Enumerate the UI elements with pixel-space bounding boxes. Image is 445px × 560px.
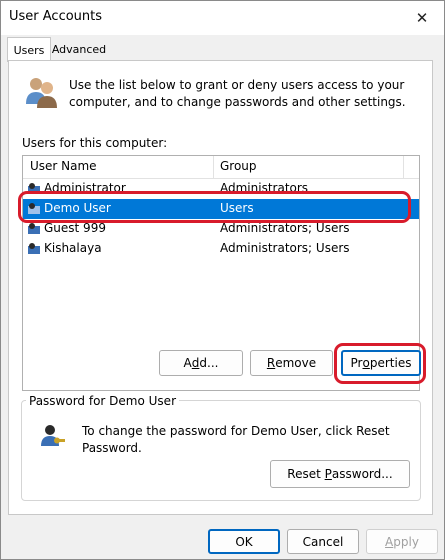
- user-icon: [28, 223, 40, 234]
- list-header: User Name Group: [23, 156, 419, 179]
- column-header-user-name[interactable]: User Name: [30, 159, 97, 173]
- reset-label-rest: assword...: [331, 467, 393, 481]
- close-icon: ✕: [415, 9, 429, 27]
- tab-users[interactable]: Users: [7, 37, 51, 62]
- apply-label-rest: pply: [393, 534, 419, 549]
- users-tab-panel: Use the list below to grant or deny user…: [8, 60, 433, 515]
- tab-users-label: Users: [13, 43, 45, 57]
- cancel-label: Cancel: [302, 534, 344, 549]
- user-name: Kishalaya: [44, 241, 102, 255]
- users-list-label: Users for this computer:: [22, 136, 168, 150]
- user-name: Guest 999: [44, 221, 106, 235]
- column-header-group[interactable]: Group: [220, 159, 257, 173]
- ok-label: OK: [235, 534, 253, 549]
- apply-mnemonic: A: [385, 534, 394, 549]
- cancel-button[interactable]: Cancel: [287, 529, 359, 554]
- list-item[interactable]: Administrator Administrators: [23, 179, 419, 199]
- user-group: Administrators; Users: [220, 241, 350, 255]
- user-group: Administrators; Users: [220, 221, 350, 235]
- remove-mnemonic: R: [266, 356, 276, 370]
- user-icon: [28, 203, 40, 214]
- add-mnemonic: d: [191, 356, 200, 370]
- user-name: Administrator: [44, 181, 126, 195]
- reset-label: Reset: [287, 467, 325, 481]
- list-item[interactable]: Kishalaya Administrators; Users: [23, 239, 419, 259]
- column-separator[interactable]: [403, 156, 404, 178]
- remove-user-button[interactable]: Remove: [250, 350, 333, 376]
- list-item[interactable]: Guest 999 Administrators; Users: [23, 219, 419, 239]
- user-accounts-window: User Accounts ✕ Users Advanced Use the l…: [0, 0, 445, 560]
- window-title: User Accounts: [9, 9, 103, 24]
- apply-button[interactable]: Apply: [366, 529, 438, 554]
- user-group: Users: [220, 201, 254, 215]
- reset-password-button[interactable]: Reset Password...: [270, 460, 410, 488]
- title-bar: User Accounts ✕: [1, 1, 444, 35]
- tab-advanced-label: Advanced: [51, 43, 107, 56]
- properties-label-rest: perties: [369, 356, 412, 370]
- properties-label: Pr: [350, 356, 363, 370]
- users-icon: [26, 78, 57, 108]
- user-name: Demo User: [44, 201, 111, 215]
- user-key-icon: [41, 425, 65, 446]
- user-icon: [28, 183, 40, 194]
- column-separator[interactable]: [213, 156, 214, 178]
- list-item-selected[interactable]: Demo User Users: [23, 199, 419, 219]
- reset-mnemonic: P: [324, 467, 332, 481]
- tab-strip: Users Advanced: [1, 35, 444, 62]
- intro-text: Use the list below to grant or deny user…: [69, 78, 406, 109]
- add-label-rest: d...: [199, 356, 219, 370]
- add-label: A: [183, 356, 192, 370]
- user-icon: [28, 243, 40, 254]
- password-group-label: Password for Demo User: [26, 394, 179, 408]
- close-button[interactable]: ✕: [400, 1, 444, 35]
- properties-mnemonic: o: [362, 356, 370, 370]
- add-user-button[interactable]: Ad d...: [159, 350, 243, 376]
- tab-advanced[interactable]: Advanced: [51, 39, 107, 60]
- ok-button[interactable]: OK: [208, 529, 280, 554]
- properties-button[interactable]: Pr o perties: [341, 350, 421, 376]
- password-help-text: To change the password for Demo User, cl…: [82, 424, 390, 455]
- user-group: Administrators: [220, 181, 309, 195]
- remove-label-rest: emove: [275, 356, 317, 370]
